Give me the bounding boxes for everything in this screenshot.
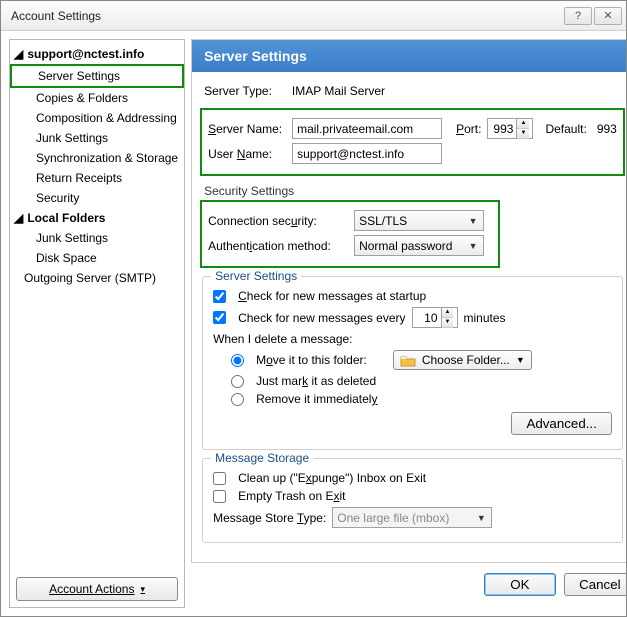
chevron-down-icon: ▼: [516, 355, 525, 365]
account-tree-sidebar: ◢ support@nctest.info Server Settings Co…: [9, 39, 185, 608]
default-port-label: Default:: [545, 122, 586, 136]
account-settings-window: Account Settings ? ✕ ◢ support@nctest.in…: [0, 0, 627, 617]
interval-input[interactable]: [413, 308, 441, 327]
move-to-folder-radio[interactable]: [231, 354, 244, 367]
server-type-label: Server Type:: [204, 84, 272, 98]
empty-trash-label: Empty Trash on Exit: [238, 489, 345, 503]
server-settings-fieldset: Server Settings Check for new messages a…: [202, 276, 623, 450]
mark-deleted-radio[interactable]: [231, 375, 244, 388]
server-settings-legend: Server Settings: [211, 269, 301, 283]
window-title: Account Settings: [11, 9, 101, 23]
tree-item-outgoing-smtp[interactable]: Outgoing Server (SMTP): [10, 268, 184, 288]
arrow-down-icon: ▼: [517, 129, 529, 139]
auth-method-combo[interactable]: Normal password ▼: [354, 235, 484, 256]
delete-message-label: When I delete a message:: [213, 332, 352, 346]
port-spinner[interactable]: ▲▼: [487, 118, 533, 139]
dialog-footer: OK Cancel: [191, 563, 626, 608]
help-icon: ?: [575, 10, 581, 22]
check-interval-checkbox[interactable]: [213, 311, 226, 324]
connection-security-label: Connection security:: [208, 214, 348, 228]
spinner-arrows[interactable]: ▲▼: [516, 119, 529, 138]
tree-item-junk[interactable]: Junk Settings: [10, 128, 184, 148]
check-interval-label-post: minutes: [464, 311, 506, 325]
store-type-combo: One large file (mbox) ▼: [332, 507, 492, 528]
tree-item-return-receipts[interactable]: Return Receipts: [10, 168, 184, 188]
move-to-folder-label: Move it to this folder:: [256, 353, 367, 367]
tree-account-root[interactable]: ◢ support@nctest.info: [10, 44, 184, 64]
port-label: Port:: [456, 122, 481, 136]
store-type-value: One large file (mbox): [337, 511, 449, 525]
choose-folder-label: Choose Folder...: [422, 353, 510, 367]
account-label: support@nctest.info: [27, 47, 144, 61]
connection-security-combo[interactable]: SSL/TLS ▼: [354, 210, 484, 231]
settings-scroll: Server Settings Server Type: IMAP Mail S…: [191, 39, 626, 563]
window-controls: ? ✕: [562, 7, 622, 25]
arrow-up-icon: ▲: [442, 308, 454, 318]
remove-immediately-label: Remove it immediately: [256, 392, 377, 406]
server-name-input[interactable]: [292, 118, 442, 139]
security-settings-legend: Security Settings: [204, 184, 626, 198]
panel-header: Server Settings: [192, 40, 626, 72]
user-name-label: User Name:: [208, 147, 286, 161]
chevron-down-icon: ▼: [465, 241, 481, 251]
help-button[interactable]: ?: [564, 7, 592, 25]
account-tree: ◢ support@nctest.info Server Settings Co…: [10, 40, 184, 571]
check-interval-label-pre: Check for new messages every: [238, 311, 405, 325]
port-input[interactable]: [488, 119, 516, 138]
empty-trash-checkbox[interactable]: [213, 490, 226, 503]
arrow-up-icon: ▲: [517, 119, 529, 129]
server-identity-group: Server Name: Port: ▲▼ Default: 993 User …: [200, 108, 625, 176]
remove-immediately-radio[interactable]: [231, 393, 244, 406]
choose-folder-button[interactable]: Choose Folder... ▼: [393, 350, 532, 370]
account-actions-button[interactable]: Account Actions ▾: [16, 577, 178, 601]
title-bar: Account Settings ? ✕: [1, 1, 626, 31]
tree-item-composition[interactable]: Composition & Addressing: [10, 108, 184, 128]
folder-icon: [400, 354, 416, 367]
message-storage-fieldset: Message Storage Clean up ("Expunge") Inb…: [202, 458, 623, 543]
tree-item-security[interactable]: Security: [10, 188, 184, 208]
connection-security-value: SSL/TLS: [359, 214, 407, 228]
expand-caret-icon: ◢: [14, 47, 24, 61]
server-name-label: Server Name:: [208, 122, 286, 136]
default-port-value: 993: [597, 122, 617, 136]
advanced-button[interactable]: Advanced...: [511, 412, 611, 435]
store-type-label: Message Store Type:: [213, 511, 326, 525]
tree-item-local-diskspace[interactable]: Disk Space: [10, 248, 184, 268]
server-type-value: IMAP Mail Server: [292, 84, 385, 98]
check-startup-label: Check for new messages at startup: [238, 289, 426, 303]
content-area: ◢ support@nctest.info Server Settings Co…: [1, 31, 626, 616]
auth-method-value: Normal password: [359, 239, 452, 253]
cancel-button[interactable]: Cancel: [564, 573, 626, 596]
security-settings-group: Connection security: SSL/TLS ▼ Authentic…: [200, 200, 500, 268]
expand-caret-icon: ◢: [14, 211, 24, 225]
chevron-down-icon: ▼: [473, 513, 489, 523]
main-panel: Server Settings Server Type: IMAP Mail S…: [191, 39, 626, 608]
spinner-arrows[interactable]: ▲▼: [441, 308, 454, 327]
ok-button[interactable]: OK: [484, 573, 556, 596]
tree-item-sync-storage[interactable]: Synchronization & Storage: [10, 148, 184, 168]
auth-method-label: Authentication method:: [208, 239, 348, 253]
tree-item-local-junk[interactable]: Junk Settings: [10, 228, 184, 248]
account-actions-label: Account Actions: [49, 582, 134, 596]
arrow-down-icon: ▼: [442, 318, 454, 328]
interval-spinner[interactable]: ▲▼: [412, 307, 458, 328]
tree-local-folders[interactable]: ◢ Local Folders: [10, 208, 184, 228]
user-name-input[interactable]: [292, 143, 442, 164]
message-storage-legend: Message Storage: [211, 451, 313, 465]
expunge-label: Clean up ("Expunge") Inbox on Exit: [238, 471, 426, 485]
chevron-down-icon: ▾: [140, 584, 145, 595]
mark-deleted-label: Just mark it as deleted: [256, 374, 376, 388]
tree-item-copies-folders[interactable]: Copies & Folders: [10, 88, 184, 108]
check-startup-checkbox[interactable]: [213, 290, 226, 303]
tree-item-server-settings[interactable]: Server Settings: [10, 64, 184, 88]
server-type-row: Server Type: IMAP Mail Server: [192, 72, 626, 106]
chevron-down-icon: ▼: [465, 216, 481, 226]
close-icon: ✕: [603, 9, 612, 22]
local-folders-label: Local Folders: [27, 211, 105, 225]
expunge-checkbox[interactable]: [213, 472, 226, 485]
close-button[interactable]: ✕: [594, 7, 622, 25]
